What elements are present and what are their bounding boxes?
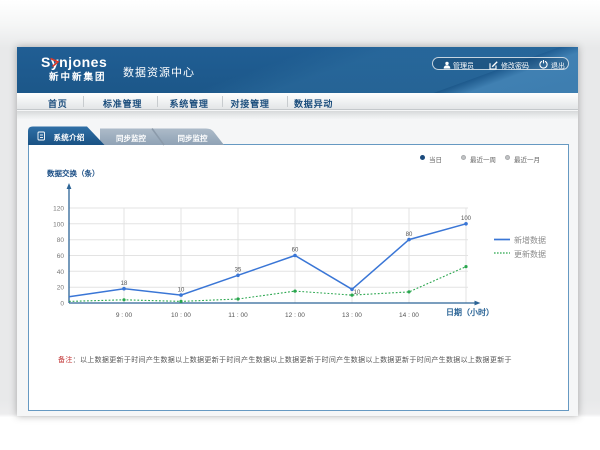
svg-text:80: 80 — [406, 232, 413, 238]
svg-text:14 : 00: 14 : 00 — [399, 312, 419, 319]
svg-text:10: 10 — [354, 290, 361, 296]
svg-text:100: 100 — [53, 221, 64, 228]
svg-text:11 : 00: 11 : 00 — [228, 312, 248, 319]
svg-text:40: 40 — [57, 269, 65, 276]
svg-text:10 : 00: 10 : 00 — [171, 312, 191, 319]
svg-text:20: 20 — [57, 285, 65, 292]
svg-text:0: 0 — [60, 301, 64, 308]
svg-text:10: 10 — [178, 288, 185, 294]
svg-text:100: 100 — [461, 216, 472, 222]
svg-text:35: 35 — [235, 268, 242, 274]
svg-text:12 : 00: 12 : 00 — [285, 312, 305, 319]
svg-text:13 : 00: 13 : 00 — [342, 312, 362, 319]
svg-text:60: 60 — [57, 253, 65, 260]
svg-text:60: 60 — [292, 248, 299, 254]
svg-text:18: 18 — [121, 281, 128, 287]
svg-text:120: 120 — [53, 206, 64, 213]
svg-text:9 : 00: 9 : 00 — [116, 312, 133, 319]
svg-text:80: 80 — [57, 237, 65, 244]
